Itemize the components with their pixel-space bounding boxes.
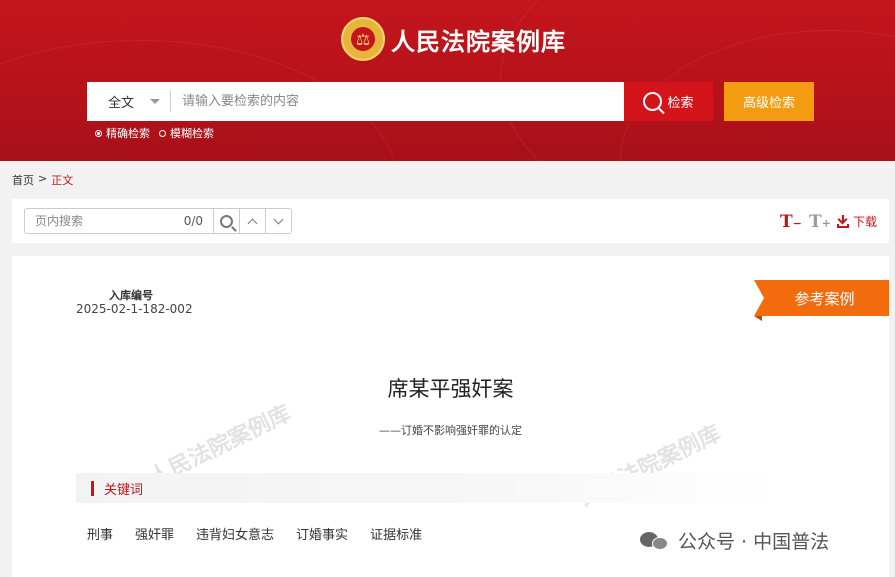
keyword-list: 刑事 强奸罪 违背妇女意志 订婚事实 证据标准 <box>87 524 444 543</box>
font-decrease-icon: T <box>780 212 793 232</box>
chevron-up-icon <box>247 218 258 228</box>
keywords-heading: 关键词 <box>104 482 144 498</box>
keyword-item: 强奸罪 <box>135 528 175 543</box>
search-scope-label: 全文 <box>108 96 135 111</box>
exact-search-radio[interactable]: 精确检索 <box>95 125 150 141</box>
page-search-input[interactable] <box>25 209 184 233</box>
keywords-section-header: 关键词 <box>76 473 782 503</box>
case-id-label: 入库编号 <box>109 289 153 302</box>
fuzzy-search-radio[interactable]: 模糊检索 <box>159 125 214 141</box>
wechat-account-watermark: 公众号 · 中国普法 <box>640 527 829 554</box>
document-toolbar: 0/0 T− T+ 下载 <box>12 199 889 243</box>
search-scope-select[interactable]: 全文 <box>87 82 170 121</box>
keyword-item: 违背妇女意志 <box>196 528 275 543</box>
match-count: 0/0 <box>183 214 203 228</box>
breadcrumb-current: 正文 <box>51 174 74 187</box>
wechat-icon <box>640 530 670 552</box>
radio-selected-icon <box>95 129 102 137</box>
download-icon <box>837 214 849 228</box>
font-decrease-button[interactable]: T− <box>780 212 802 232</box>
court-emblem-icon: ⚖ <box>341 17 385 61</box>
font-increase-button[interactable]: T+ <box>809 212 831 232</box>
keyword-item: 刑事 <box>87 528 114 543</box>
keyword-item: 订婚事实 <box>296 528 349 543</box>
case-subtitle: ——订婚不影响强奸罪的认定 <box>379 424 522 437</box>
font-increase-icon: T <box>809 212 822 232</box>
search-icon <box>220 214 233 228</box>
section-marker <box>91 480 94 496</box>
wechat-account-text: 公众号 · 中国普法 <box>678 531 830 553</box>
radio-unselected-icon <box>159 129 166 137</box>
site-title: 人民法院案例库 <box>391 26 566 56</box>
reference-case-ribbon: 参考案例 <box>754 280 889 321</box>
site-logo[interactable]: ⚖ 人民法院案例库 <box>341 15 566 63</box>
font-decrease-sign: − <box>792 217 802 230</box>
previous-match-button[interactable] <box>239 209 265 233</box>
search-icon <box>643 92 663 111</box>
page-search-button[interactable] <box>213 209 239 233</box>
breadcrumb: 首页 > 正文 <box>12 172 73 188</box>
exact-search-label: 精确检索 <box>106 127 150 140</box>
case-title: 席某平强奸案 <box>387 377 514 401</box>
download-button[interactable]: 下载 <box>837 213 877 230</box>
breadcrumb-home[interactable]: 首页 <box>12 172 34 188</box>
site-header: ⚖ 人民法院案例库 全文 检索 高级检索 精确检索 模糊检索 <box>0 0 895 161</box>
breadcrumb-separator: > <box>38 172 48 185</box>
search-button-label: 检索 <box>667 96 694 111</box>
keyword-item: 证据标准 <box>370 528 423 543</box>
case-id-value: 2025-02-1-182-002 <box>76 302 193 316</box>
search-bar: 全文 <box>87 82 624 121</box>
next-match-button[interactable] <box>265 209 291 233</box>
chevron-down-icon <box>273 214 284 224</box>
search-button[interactable]: 检索 <box>624 82 713 121</box>
download-label: 下载 <box>853 215 878 229</box>
search-input[interactable] <box>171 82 624 121</box>
page-search-box: 0/0 <box>24 208 292 234</box>
fuzzy-search-label: 模糊检索 <box>170 127 214 140</box>
chevron-down-icon <box>150 99 160 104</box>
case-content: 人民法院案例库 人民法院案例库 入库编号 2025-02-1-182-002 参… <box>12 256 889 577</box>
font-increase-sign: + <box>821 217 831 230</box>
advanced-search-button[interactable]: 高级检索 <box>724 82 814 121</box>
